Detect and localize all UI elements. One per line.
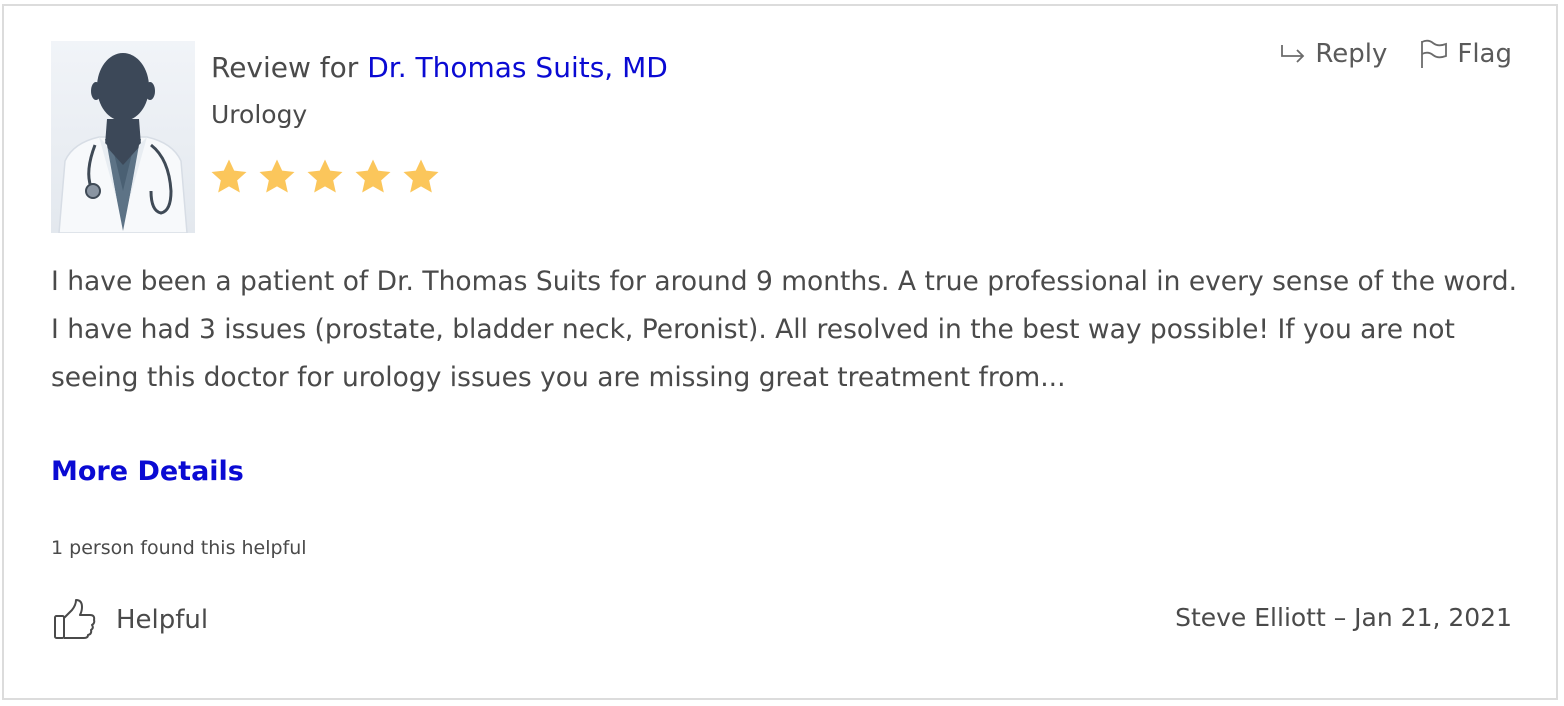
reply-label: Reply (1315, 39, 1388, 69)
more-details-link[interactable]: More Details (51, 450, 244, 494)
doctor-avatar (51, 41, 195, 233)
review-body: I have been a patient of Dr. Thomas Suit… (51, 266, 1517, 393)
doctor-silhouette-icon (51, 41, 195, 233)
doctor-name-link[interactable]: Dr. Thomas Suits, MD (367, 51, 668, 84)
flag-label: Flag (1457, 39, 1512, 69)
star-icon (211, 159, 247, 193)
reply-arrow-icon (1281, 45, 1305, 63)
helpful-count: 1 person found this helpful (51, 537, 307, 559)
review-title-prefix: Review for (211, 51, 359, 84)
star-icon (403, 159, 439, 193)
review-card: Review for Dr. Thomas Suits, MD Urology … (2, 4, 1558, 700)
star-icon (355, 159, 391, 193)
star-icon (259, 159, 295, 193)
thumbs-up-icon (54, 599, 96, 639)
star-icon (307, 159, 343, 193)
star-rating (209, 156, 441, 200)
reply-button[interactable]: Reply (1279, 34, 1387, 74)
helpful-button[interactable]: Helpful (52, 598, 208, 642)
flag-icon (1421, 39, 1448, 68)
helpful-label: Helpful (116, 605, 209, 635)
doctor-specialty: Urology (211, 100, 308, 129)
review-title: Review for Dr. Thomas Suits, MD (211, 48, 668, 88)
review-byline: Steve Elliott – Jan 21, 2021 (1175, 603, 1512, 632)
review-actions: Reply Flag (1279, 34, 1512, 74)
flag-button[interactable]: Flag (1419, 34, 1512, 74)
